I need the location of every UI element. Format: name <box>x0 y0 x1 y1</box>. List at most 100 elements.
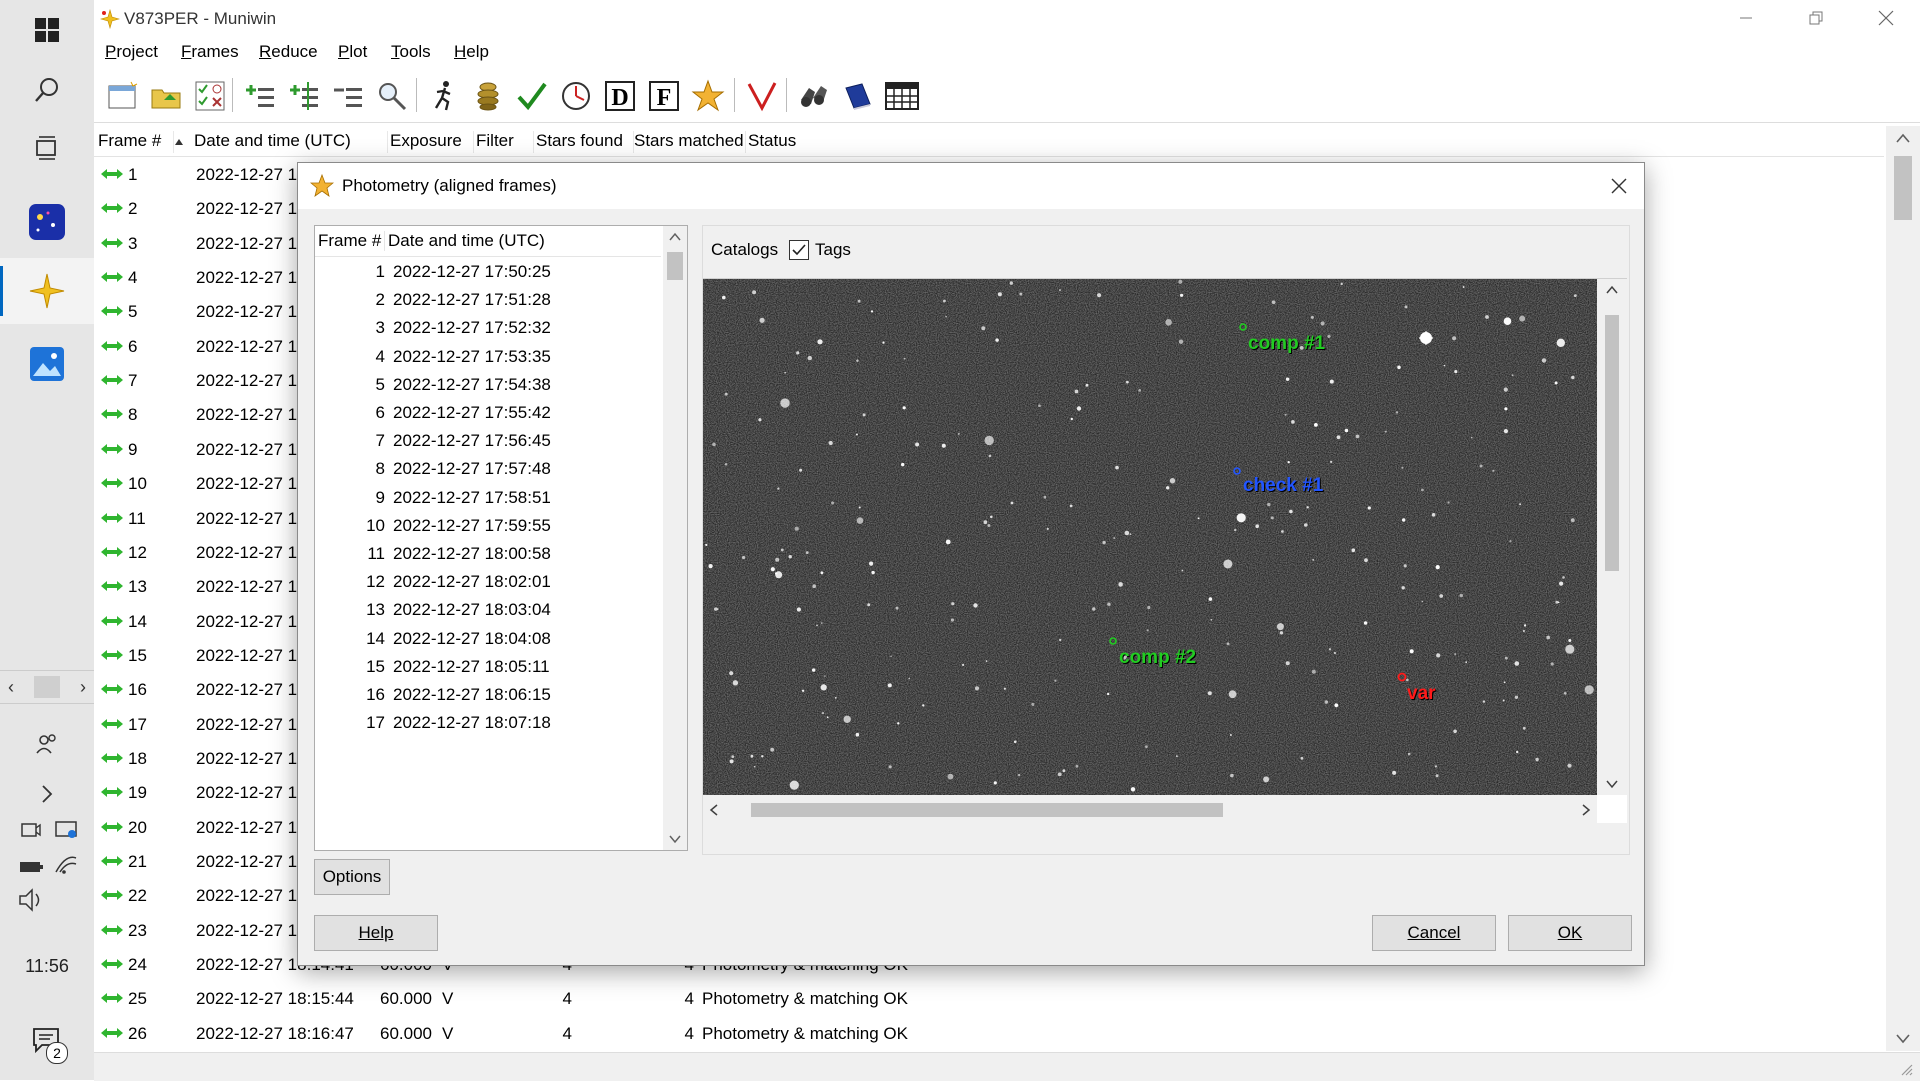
frames-scroll-thumb[interactable] <box>1894 156 1912 220</box>
photometry-button[interactable] <box>688 76 728 116</box>
chart-horizontal-scrollbar[interactable] <box>703 795 1597 823</box>
column-frame[interactable]: Frame # <box>98 131 183 153</box>
star <box>1401 586 1405 590</box>
show-hidden-icons-button[interactable] <box>0 776 94 812</box>
cell-datetime: 2022-12-27 1 <box>196 920 298 940</box>
scroll-left-icon[interactable] <box>709 803 719 817</box>
column-filter[interactable]: Filter <box>476 131 534 153</box>
star <box>731 755 735 758</box>
scroll-thumb[interactable] <box>34 676 60 698</box>
catalogs-button[interactable]: Catalogs <box>711 240 778 260</box>
wifi-icon[interactable] <box>55 856 77 874</box>
table-view-button[interactable] <box>882 76 922 116</box>
column-stars-found[interactable]: Stars found <box>536 131 634 153</box>
star <box>1363 621 1368 625</box>
column-stars-matched[interactable]: Stars matched <box>634 131 746 153</box>
volume-icon[interactable] <box>19 888 40 912</box>
scroll-up-icon[interactable] <box>668 232 682 242</box>
menu-help[interactable]: Help <box>454 42 489 62</box>
column-status[interactable]: Status <box>748 131 811 153</box>
flat-frame-button[interactable]: F <box>644 76 684 116</box>
taskbar-app-stellarium[interactable] <box>0 190 94 254</box>
scroll-up-icon[interactable] <box>1895 132 1911 144</box>
dialog-frame-list[interactable]: Frame # Date and time (UTC) 1 2022-12-27 … <box>314 225 688 851</box>
remove-frames-button[interactable] <box>328 76 368 116</box>
search-button[interactable] <box>0 66 94 114</box>
people-button[interactable] <box>0 724 94 764</box>
open-project-button[interactable] <box>146 76 186 116</box>
battery-icon[interactable] <box>20 862 43 872</box>
aligned-arrow-icon <box>101 890 123 901</box>
taskbar-clock[interactable]: 11:56 <box>0 956 94 977</box>
dialog-list-scroll-thumb[interactable] <box>667 252 683 280</box>
table-row[interactable]: 25 2022-12-27 18:15:44 60.000 V 4 4 Photometry… <box>94 982 1884 1016</box>
dialog-column-datetime[interactable]: Date and time (UTC) <box>388 231 545 251</box>
chart-vscroll-thumb[interactable] <box>1605 315 1619 571</box>
star <box>1287 461 1290 464</box>
new-project-button[interactable] <box>102 76 142 116</box>
dialog-close-button[interactable] <box>1604 171 1634 201</box>
options-button[interactable]: Options <box>314 859 390 895</box>
close-window-button[interactable] <box>1852 0 1920 36</box>
resize-grip-icon[interactable] <box>1898 1061 1914 1077</box>
express-reduction-button[interactable] <box>424 76 464 116</box>
menu-plot[interactable]: Plot <box>338 42 367 62</box>
ok-button[interactable]: OK <box>1508 915 1632 951</box>
restore-button[interactable] <box>1782 0 1850 36</box>
star-field-image[interactable]: comp #1 check #1 comp #2 var <box>703 279 1597 795</box>
show-frame-button[interactable] <box>372 76 412 116</box>
scroll-down-icon[interactable] <box>1895 1033 1911 1045</box>
taskbar-app-photos[interactable] <box>0 332 94 396</box>
menu-reduce[interactable]: Reduce <box>259 42 318 62</box>
menu-frames[interactable]: Frames <box>181 42 239 62</box>
start-button[interactable] <box>0 6 94 54</box>
tags-label[interactable]: Tags <box>815 240 851 260</box>
notification-center-button[interactable]: 2 <box>0 1016 94 1066</box>
help-button[interactable]: Help <box>314 915 438 951</box>
add-frames-button[interactable] <box>240 76 280 116</box>
scroll-up-icon[interactable] <box>1605 285 1619 295</box>
dialog-column-frame[interactable]: Frame # <box>318 231 386 251</box>
scroll-left-icon[interactable]: ‹ <box>8 677 14 698</box>
check-button[interactable] <box>512 76 552 116</box>
dialog-list-scrollbar[interactable] <box>663 226 687 850</box>
minimize-button[interactable] <box>1712 0 1780 36</box>
scroll-right-icon[interactable] <box>1581 803 1591 817</box>
frames-vertical-scrollbar[interactable] <box>1886 126 1920 1051</box>
chart-vertical-scrollbar[interactable] <box>1597 279 1627 795</box>
star <box>1281 530 1284 533</box>
time-correction-button[interactable] <box>556 76 596 116</box>
star <box>729 759 734 764</box>
edit-files-button[interactable] <box>190 76 230 116</box>
photometry-stack-button[interactable] <box>468 76 508 116</box>
tag-label-check-1: check #1 <box>1243 475 1324 496</box>
star <box>1043 495 1047 499</box>
menu-project[interactable]: Project <box>105 42 158 62</box>
star <box>1130 787 1136 792</box>
find-variables-button[interactable] <box>794 76 834 116</box>
scroll-down-icon[interactable] <box>1605 779 1619 789</box>
chart-hscroll-thumb[interactable] <box>751 803 1223 817</box>
catalogs-button[interactable] <box>838 76 878 116</box>
taskbar-app-muniwin[interactable] <box>0 258 94 324</box>
table-row[interactable]: 26 2022-12-27 18:16:47 60.000 V 4 4 Photometry… <box>94 1017 1884 1051</box>
dark-frame-button[interactable]: D <box>600 76 640 116</box>
scroll-down-icon[interactable] <box>668 834 682 844</box>
column-datetime[interactable]: Date and time (UTC) <box>194 131 388 153</box>
star <box>729 671 734 676</box>
scroll-right-icon[interactable]: › <box>80 677 86 698</box>
meet-now-icon[interactable] <box>21 823 41 837</box>
column-exposure[interactable]: Exposure <box>390 131 474 153</box>
star <box>750 754 754 758</box>
remote-display-icon[interactable] <box>55 821 77 838</box>
add-individual-frames-button[interactable] <box>284 76 324 116</box>
tags-checkbox[interactable] <box>789 240 809 260</box>
cell-datetime: 2022-12-27 1 <box>196 268 298 288</box>
task-view-button[interactable] <box>0 124 94 172</box>
cancel-button[interactable]: Cancel <box>1372 915 1496 951</box>
star <box>855 433 858 436</box>
match-stars-button[interactable] <box>742 76 782 116</box>
list-item[interactable]: 17 2022-12-27 18:07:18 <box>315 707 661 741</box>
menu-tools[interactable]: Tools <box>391 42 431 62</box>
star <box>1470 436 1473 439</box>
